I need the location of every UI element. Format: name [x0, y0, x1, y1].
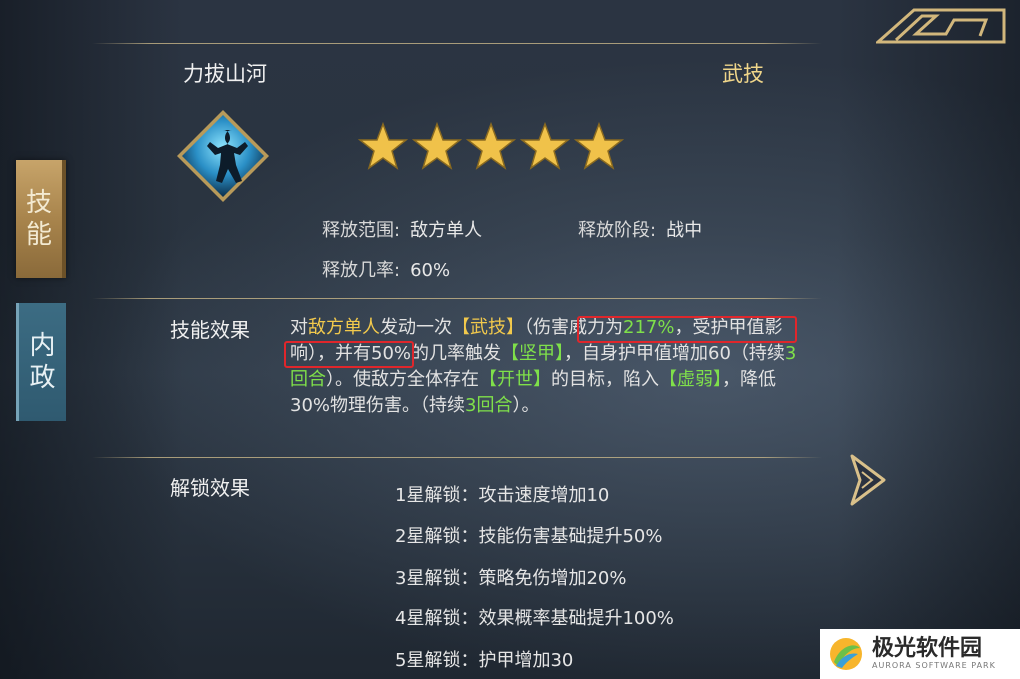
stat-range: 释放范围: 敌方单人: [322, 216, 482, 242]
star-icon: [358, 122, 408, 170]
tab-skill-label-1: 技: [25, 188, 52, 218]
effect-label: 技能效果: [170, 318, 250, 342]
divider-lower: [92, 457, 822, 458]
divider-middle: [92, 298, 822, 299]
unlock-item: 5星解锁：护甲增加30: [395, 650, 574, 671]
effect-segment: ，自身护甲值增加60（持续: [564, 343, 785, 364]
star-rating: [358, 122, 624, 172]
unlock-item: 3星解锁：策略免伤增加20%: [395, 568, 627, 589]
stat-phase-label: 释放阶段:: [578, 220, 657, 241]
effect-segment: 【武技】: [452, 317, 524, 338]
divider-top: [92, 43, 822, 44]
effect-segment: 【开世】: [479, 369, 551, 390]
skill-name: 力拔山河: [183, 62, 267, 86]
watermark-title: 极光软件园: [872, 636, 983, 661]
stat-chance-label: 释放几率:: [322, 260, 401, 281]
star-icon: [412, 122, 462, 170]
effect-segment: 3回合: [465, 395, 513, 416]
effect-segment: 的目标，陷入: [551, 369, 659, 390]
stat-phase-value: 战中: [666, 220, 703, 241]
effect-segment: 【虚弱】: [659, 369, 722, 390]
stat-range-label: 释放范围:: [322, 220, 401, 241]
tab-domestic-label-2: 政: [29, 363, 56, 393]
tab-skill[interactable]: 技 能: [16, 160, 66, 278]
stat-range-value: 敌方单人: [410, 220, 483, 241]
warrior-silhouette-icon: [177, 110, 269, 202]
tab-domestic[interactable]: 内 政: [16, 303, 66, 421]
effect-segment: ）。: [512, 395, 540, 416]
annotation-box-damage: [577, 316, 797, 343]
unlock-item: 4星解锁：效果概率基础提升100%: [395, 608, 674, 629]
tab-domestic-label-1: 内: [29, 331, 56, 361]
effect-segment: ）。使敌方全体存在: [326, 369, 479, 390]
arrow-right-icon[interactable]: [848, 452, 888, 508]
annotation-box-armor: [284, 341, 414, 368]
star-icon: [520, 122, 570, 170]
effect-segment: 【坚甲】: [501, 343, 565, 364]
tab-skill-label-2: 能: [25, 220, 52, 250]
effect-segment: 对: [290, 317, 308, 338]
skill-type: 武技: [722, 62, 764, 86]
watermark-subtitle: AURORA SOFTWARE PARK: [872, 661, 996, 670]
stat-chance: 释放几率: 60%: [322, 256, 450, 282]
stat-phase: 释放阶段: 战中: [578, 216, 702, 242]
stat-chance-value: 60%: [410, 260, 451, 281]
effect-segment: 发动一次: [380, 317, 452, 338]
aurora-logo-icon: [830, 638, 862, 670]
effect-segment: 敌方单人: [308, 317, 380, 338]
unlock-label: 解锁效果: [170, 476, 250, 500]
star-icon: [466, 122, 516, 170]
watermark: 极光软件园 AURORA SOFTWARE PARK: [820, 629, 1020, 679]
star-icon: [574, 122, 624, 170]
unlock-item: 1星解锁：攻击速度增加10: [395, 485, 610, 506]
corner-ornament-icon: [876, 8, 1006, 44]
unlock-item: 2星解锁：技能伤害基础提升50%: [395, 526, 663, 547]
